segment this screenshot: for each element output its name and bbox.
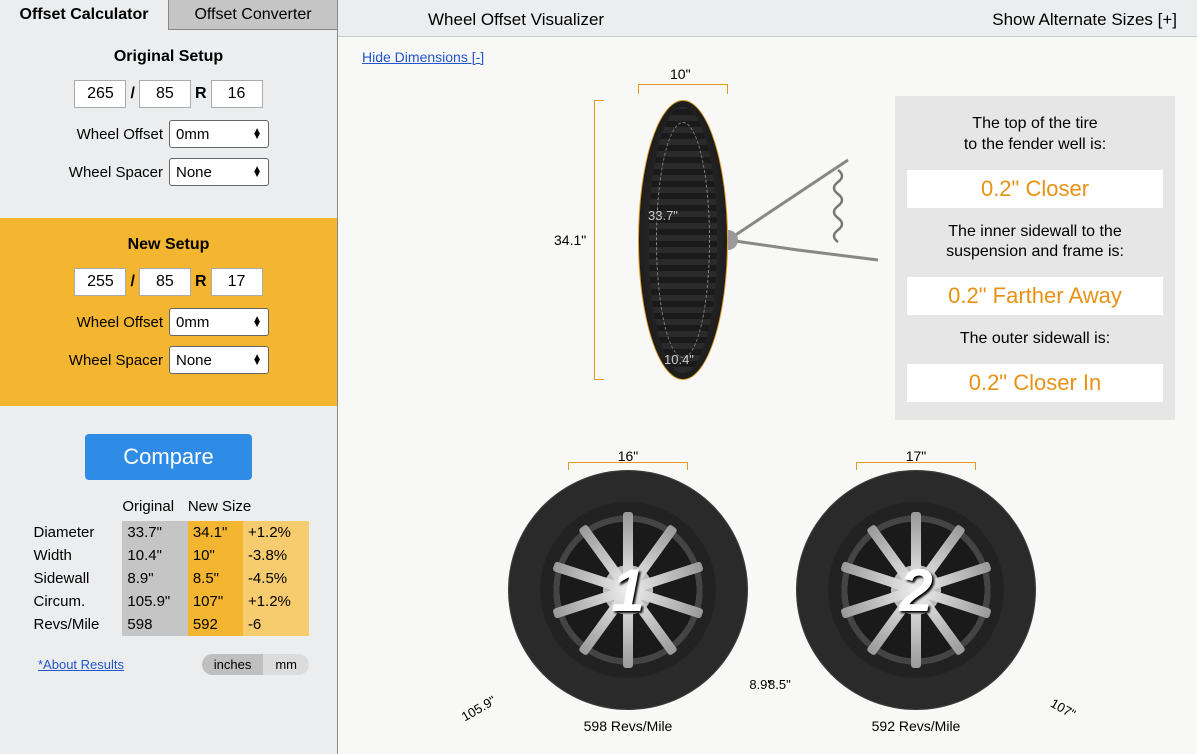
card-value: 0.2" Closer bbox=[907, 170, 1163, 208]
original-title: Original Setup bbox=[10, 48, 327, 66]
results-table: Original New Size Diameter 33.7" 34.1" +… bbox=[29, 498, 309, 636]
orig-offset-select[interactable]: 0mm ▲▼ bbox=[169, 120, 269, 148]
wheel-face-icon: 2 bbox=[796, 470, 1036, 710]
dim-inner: 33.7" bbox=[648, 208, 678, 223]
new-spacer-select[interactable]: None ▲▼ bbox=[169, 346, 269, 374]
new-tire-aspect[interactable] bbox=[139, 268, 191, 296]
orig-tire-width[interactable] bbox=[74, 80, 126, 108]
orig-spacer-select[interactable]: None ▲▼ bbox=[169, 158, 269, 186]
wheel1-revs: 598 Revs/Mile bbox=[498, 718, 758, 734]
chevron-updown-icon: ▲▼ bbox=[252, 317, 262, 327]
table-row: Revs/Mile 598 592 -6 bbox=[29, 613, 309, 636]
slash-sep: / bbox=[130, 85, 134, 103]
chevron-updown-icon: ▲▼ bbox=[252, 167, 262, 177]
new-spacer-label: Wheel Spacer bbox=[68, 352, 163, 369]
wheel-comparison: 16" 1 598 Revs/Mile 105.9" 8.9" 17" 2 59… bbox=[498, 450, 1178, 750]
unit-inches[interactable]: inches bbox=[202, 654, 264, 675]
card-value: 0.2" Farther Away bbox=[907, 277, 1163, 315]
orig-offset-label: Wheel Offset bbox=[68, 126, 163, 143]
tab-bar: Offset Calculator Offset Converter bbox=[0, 0, 337, 30]
tab-calculator[interactable]: Offset Calculator bbox=[0, 0, 169, 30]
unit-mm[interactable]: mm bbox=[263, 654, 309, 675]
wheel2-circ: 107" bbox=[1048, 695, 1078, 721]
wheel-2: 17" 2 592 Revs/Mile 8.5" 107" bbox=[786, 450, 1046, 734]
table-row: Circum. 105.9" 107" +1.2% bbox=[29, 590, 309, 613]
new-tire-rim[interactable] bbox=[211, 268, 263, 296]
info-cards: The top of the tireto the fender well is… bbox=[895, 96, 1175, 420]
card-label: The outer sidewall is: bbox=[907, 329, 1163, 350]
dim-section: 10.4" bbox=[664, 352, 694, 367]
new-offset-select[interactable]: 0mm ▲▼ bbox=[169, 308, 269, 336]
right-panel: Wheel Offset Visualizer Show Alternate S… bbox=[338, 0, 1197, 754]
card-label: The top of the tireto the fender well is… bbox=[907, 114, 1163, 156]
original-setup: Original Setup / R Wheel Offset 0mm ▲▼ W… bbox=[0, 30, 337, 218]
suspension-icon bbox=[728, 140, 918, 320]
compare-button[interactable]: Compare bbox=[85, 434, 251, 480]
card-label: The inner sidewall to thesuspension and … bbox=[907, 222, 1163, 264]
orig-spacer-label: Wheel Spacer bbox=[68, 164, 163, 181]
wheel-face-icon: 1 bbox=[508, 470, 748, 710]
new-setup: New Setup / R Wheel Offset 0mm ▲▼ Wheel … bbox=[0, 218, 337, 406]
inner-tire-outline bbox=[656, 122, 710, 358]
wheel1-circ: 105.9" bbox=[459, 693, 499, 725]
col-original: Original bbox=[122, 498, 187, 521]
col-newsize: New Size bbox=[188, 498, 309, 521]
new-offset-label: Wheel Offset bbox=[68, 314, 163, 331]
tab-converter[interactable]: Offset Converter bbox=[169, 0, 337, 30]
visualizer-title: Wheel Offset Visualizer bbox=[428, 10, 604, 30]
new-title: New Setup bbox=[10, 236, 327, 254]
chevron-updown-icon: ▲▼ bbox=[252, 355, 262, 365]
dim-height: 34.1" bbox=[554, 232, 586, 248]
table-row: Width 10.4" 10" -3.8% bbox=[29, 544, 309, 567]
orig-tire-rim[interactable] bbox=[211, 80, 263, 108]
show-alt-sizes[interactable]: Show Alternate Sizes [+] bbox=[992, 10, 1177, 30]
table-row: Sidewall 8.9" 8.5" -4.5% bbox=[29, 567, 309, 590]
card-value: 0.2" Closer In bbox=[907, 364, 1163, 402]
about-results-link[interactable]: *About Results bbox=[38, 657, 124, 672]
chevron-updown-icon: ▲▼ bbox=[252, 129, 262, 139]
new-tire-width[interactable] bbox=[74, 268, 126, 296]
orig-tire-aspect[interactable] bbox=[139, 80, 191, 108]
r-sep: R bbox=[195, 85, 207, 103]
unit-toggle[interactable]: inches mm bbox=[202, 654, 309, 675]
left-panel: Offset Calculator Offset Converter Origi… bbox=[0, 0, 338, 754]
table-row: Diameter 33.7" 34.1" +1.2% bbox=[29, 521, 309, 544]
hide-dimensions-link[interactable]: Hide Dimensions [-] bbox=[338, 37, 484, 65]
wheel2-revs: 592 Revs/Mile bbox=[786, 718, 1046, 734]
wheel2-sidewall: 8.5" bbox=[768, 677, 791, 692]
dim-width: 10" bbox=[670, 66, 691, 82]
wheel-1: 16" 1 598 Revs/Mile 105.9" 8.9" bbox=[498, 450, 758, 734]
